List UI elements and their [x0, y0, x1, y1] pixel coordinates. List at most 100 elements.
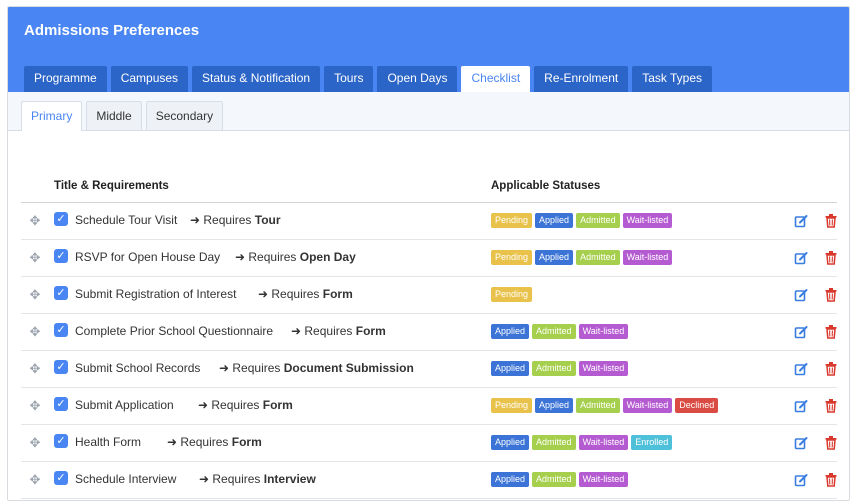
checkbox-checked-icon[interactable]: ✓: [54, 397, 68, 411]
status-badges: Pending: [491, 287, 535, 302]
trash-icon[interactable]: [824, 213, 838, 228]
requirement-type: Form: [231, 435, 262, 449]
edit-icon[interactable]: [794, 288, 808, 302]
move-arrows-icon[interactable]: ✥: [28, 436, 42, 450]
checkbox-checked-icon[interactable]: ✓: [54, 286, 68, 300]
status-badge: Admitted: [532, 472, 576, 487]
status-badge: Pending: [491, 398, 533, 413]
tab-task-types[interactable]: Task Types: [632, 66, 713, 92]
move-arrows-icon[interactable]: ✥: [28, 399, 42, 413]
item-title: Submit School Records: [75, 361, 201, 375]
move-arrows-icon[interactable]: ✥: [28, 288, 42, 302]
checkbox-checked-icon[interactable]: ✓: [54, 212, 68, 226]
tab-tours[interactable]: Tours: [324, 66, 374, 92]
requirement-prefix: ➜ Requires: [190, 213, 252, 227]
status-badge: Enrolled: [631, 435, 673, 450]
edit-icon[interactable]: [794, 325, 808, 339]
item-title: Schedule Tour Visit: [75, 213, 178, 227]
requirement-prefix: ➜ Requires: [258, 287, 320, 301]
status-badges: Pending Applied Admitted Wait-listed: [491, 250, 675, 265]
table-row: ✥ ✓ Health Form ➜ Requires Form Applied Admit…: [21, 425, 837, 462]
edit-icon[interactable]: [794, 362, 808, 376]
checkbox-checked-icon[interactable]: ✓: [54, 249, 68, 263]
requirement-prefix: ➜ Requires: [199, 472, 261, 486]
status-badges: Pending Applied Admitted Wait-listed: [491, 213, 675, 228]
requirement-type: Open Day: [299, 250, 356, 264]
status-badges: Applied Admitted Wait-listed: [491, 361, 631, 376]
edit-icon[interactable]: [794, 399, 808, 413]
status-badge: Wait-listed: [578, 324, 629, 339]
requirement-prefix: ➜ Requires: [219, 361, 281, 375]
status-badge: Wait-listed: [578, 435, 629, 450]
trash-icon[interactable]: [824, 472, 838, 487]
status-badge: Declined: [675, 398, 719, 413]
tab-programme[interactable]: Programme: [24, 66, 107, 92]
requirement-prefix: ➜ Requires: [167, 435, 229, 449]
requirement: ➜ Requires Form: [198, 398, 293, 412]
trash-icon[interactable]: [824, 324, 838, 339]
status-badge: Applied: [491, 361, 530, 376]
tab-open-days[interactable]: Open Days: [377, 66, 458, 92]
requirement-prefix: ➜ Requires: [235, 250, 297, 264]
status-badge: Wait-listed: [622, 398, 673, 413]
status-badge: Wait-listed: [578, 361, 629, 376]
requirement-prefix: ➜ Requires: [198, 398, 260, 412]
item-title: RSVP for Open House Day: [75, 250, 221, 264]
trash-icon[interactable]: [824, 361, 838, 376]
table-row: ✥ ✓ Schedule Tour Visit ➜ Requires Tour Pend…: [21, 203, 837, 240]
status-badge: Applied: [491, 435, 530, 450]
table-row: ✥ ✓ Submit Registration of Interest ➜ Requi…: [21, 277, 837, 314]
requirement: ➜ Requires Open Day: [235, 250, 356, 264]
edit-icon[interactable]: [794, 473, 808, 487]
tab-campuses[interactable]: Campuses: [110, 66, 189, 92]
tab-re-enrolment[interactable]: Re-Enrolment: [534, 66, 629, 92]
requirement-type: Interview: [263, 472, 316, 486]
sub-tab-primary[interactable]: Primary: [21, 101, 83, 131]
sub-tab-middle[interactable]: Middle: [86, 101, 142, 130]
item-title: Complete Prior School Questionnaire: [75, 324, 274, 338]
status-badge: Applied: [535, 398, 574, 413]
checkbox-checked-icon[interactable]: ✓: [54, 434, 68, 448]
status-badge: Applied: [491, 472, 530, 487]
trash-icon[interactable]: [824, 287, 838, 302]
requirement: ➜ Requires Form: [258, 287, 353, 301]
sub-tab-secondary[interactable]: Secondary: [145, 101, 224, 130]
status-badge: Admitted: [576, 213, 620, 228]
item-title: Submit Application: [75, 398, 174, 412]
sub-tabs-bar: Primary Middle Secondary: [8, 92, 849, 131]
sub-tabs: Primary Middle Secondary: [21, 101, 227, 131]
item-title: Submit Registration of Interest: [75, 287, 237, 301]
requirement: ➜ Requires Tour: [190, 213, 281, 227]
move-arrows-icon[interactable]: ✥: [28, 251, 42, 265]
move-arrows-icon[interactable]: ✥: [28, 473, 42, 487]
trash-icon[interactable]: [824, 398, 838, 413]
requirement: ➜ Requires Document Submission: [219, 361, 414, 375]
status-badge: Applied: [491, 324, 530, 339]
status-badges: Pending Applied Admitted Wait-listed Decline…: [491, 398, 721, 413]
checkbox-checked-icon[interactable]: ✓: [54, 471, 68, 485]
status-badge: Applied: [535, 250, 574, 265]
trash-icon[interactable]: [824, 250, 838, 265]
table-row: ✥ ✓ Schedule Interview ➜ Requires Interview…: [21, 462, 837, 499]
status-badges: Applied Admitted Wait-listed: [491, 324, 631, 339]
requirement: ➜ Requires Interview: [199, 472, 316, 486]
table-row: ✥ ✓ RSVP for Open House Day ➜ Requires Open…: [21, 240, 837, 277]
tab-checklist[interactable]: Checklist: [461, 66, 531, 92]
move-arrows-icon[interactable]: ✥: [28, 362, 42, 376]
checklist-table: ✥ ✓ Schedule Tour Visit ➜ Requires Tour Pend…: [21, 203, 837, 499]
tab-status-notification[interactable]: Status & Notification: [192, 66, 321, 92]
status-badges: Applied Admitted Wait-listed: [491, 472, 631, 487]
trash-icon[interactable]: [824, 435, 838, 450]
move-arrows-icon[interactable]: ✥: [28, 325, 42, 339]
move-arrows-icon[interactable]: ✥: [28, 214, 42, 228]
status-badge: Admitted: [576, 398, 620, 413]
checkbox-checked-icon[interactable]: ✓: [54, 323, 68, 337]
requirement-type: Form: [322, 287, 353, 301]
admissions-preferences-panel: Admissions Preferences Programme Campuse…: [7, 6, 850, 501]
edit-icon[interactable]: [794, 436, 808, 450]
edit-icon[interactable]: [794, 214, 808, 228]
edit-icon[interactable]: [794, 251, 808, 265]
checkbox-checked-icon[interactable]: ✓: [54, 360, 68, 374]
table-row: ✥ ✓ Complete Prior School Questionnaire ➜ R…: [21, 314, 837, 351]
status-badge: Wait-listed: [578, 472, 629, 487]
